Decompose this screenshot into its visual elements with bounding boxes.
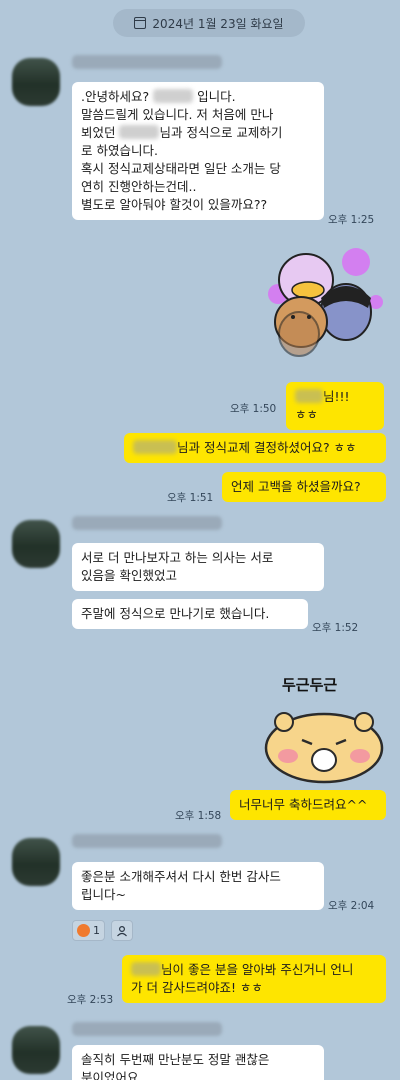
message-bubble[interactable]: 주말에 정식으로 만나기로 했습니다. (72, 599, 308, 629)
reaction-viewers-button[interactable] (111, 920, 133, 941)
avatar[interactable] (12, 520, 60, 568)
sticker-characters[interactable] (256, 240, 386, 368)
message-time: 오후 2:53 (67, 994, 114, 1006)
message-time: 오후 1:52 (312, 622, 359, 634)
message-bubble[interactable]: .안녕하세요? 입니다. 말씀드릴게 있습니다. 저 처음에 만나 뵈었던 님과… (72, 82, 324, 220)
date-label: 2024년 1월 23일 화요일 (152, 16, 284, 31)
sender-name-blurred (72, 516, 222, 530)
message-time: 오후 1:58 (175, 810, 222, 822)
my-message-bubble[interactable]: 님!!! ㅎㅎ (286, 382, 384, 430)
avatar[interactable] (12, 58, 60, 106)
my-message-bubble[interactable]: 님이 좋은 분을 알아봐 주신거니 언니 가 더 감사드려야죠! ㅎㅎ (122, 955, 386, 1003)
message-time: 오후 1:50 (230, 403, 277, 415)
person-icon (117, 925, 127, 936)
redacted-name (133, 440, 177, 454)
reaction-count: 1 (93, 924, 100, 937)
avatar[interactable] (12, 838, 60, 886)
sender-name-blurred (72, 55, 222, 69)
my-message-bubble[interactable]: 님과 정식교제 결정하셨어요? ㅎㅎ (124, 433, 386, 463)
message-bubble[interactable]: 서로 더 만나보자고 하는 의사는 서로 있음을 확인했었고 (72, 543, 324, 591)
calendar-icon (134, 17, 147, 29)
sticker-text: 두근두근 (282, 676, 338, 694)
message-time: 오후 1:51 (167, 492, 214, 504)
date-divider: 2024년 1월 23일 화요일 (113, 9, 305, 37)
message-bubble[interactable]: 좋은분 소개해주셔서 다시 한번 감사드 립니다~ (72, 862, 324, 910)
message-time: 오후 1:25 (328, 214, 375, 226)
message-time: 오후 2:04 (328, 900, 375, 912)
reaction-emoticon-icon (77, 924, 90, 937)
redacted-name (153, 89, 194, 103)
my-message-bubble[interactable]: 너무너무 축하드려요^^ (230, 790, 386, 820)
my-message-bubble[interactable]: 언제 고백을 하셨을까요? (222, 472, 386, 502)
sender-name-blurred (72, 1022, 222, 1036)
redacted-name (119, 125, 160, 139)
redacted-name (295, 389, 323, 403)
avatar[interactable] (12, 1026, 60, 1074)
sticker-bear-face[interactable] (262, 700, 386, 784)
reaction-chip[interactable]: 1 (72, 920, 105, 941)
redacted-name (131, 962, 161, 976)
sender-name-blurred (72, 834, 222, 848)
message-bubble[interactable]: 솔직히 두번째 만난분도 정말 괜찮은 분이었어요 (72, 1045, 324, 1080)
